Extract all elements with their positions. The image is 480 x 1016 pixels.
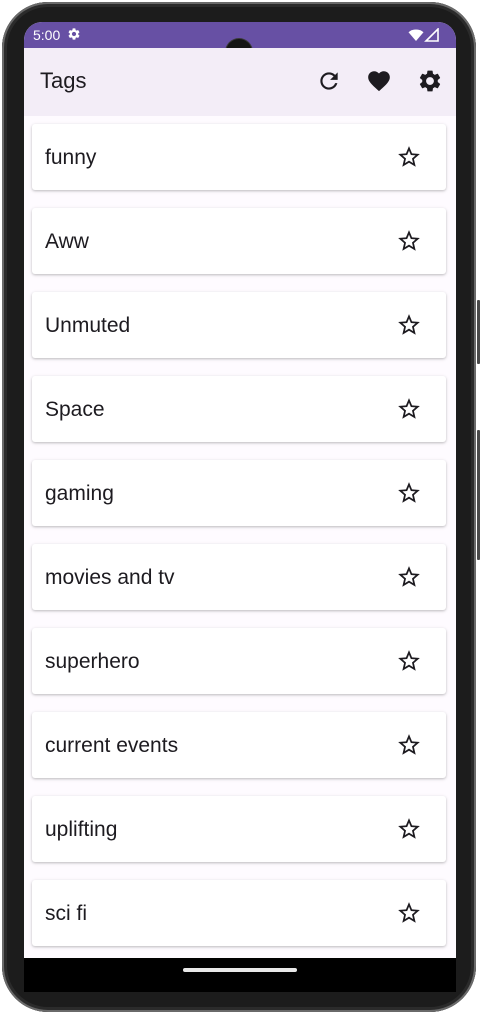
gear-icon — [68, 28, 80, 40]
device-frame: 5:00 Tags funny Aww Unmuted Space gaming… — [0, 0, 480, 1016]
tag-label: funny — [45, 146, 97, 169]
star-outline-icon[interactable] — [396, 900, 422, 926]
top-app-bar: Tags — [24, 48, 456, 116]
star-outline-icon[interactable] — [396, 396, 422, 422]
navigation-bar — [24, 958, 456, 992]
refresh-icon[interactable] — [316, 68, 342, 94]
tag-label: sci fi — [45, 902, 87, 925]
tag-card[interactable]: superhero — [32, 628, 446, 694]
tag-card[interactable]: gaming — [32, 460, 446, 526]
star-outline-icon[interactable] — [396, 648, 422, 674]
gear-icon[interactable] — [417, 68, 443, 94]
star-outline-icon[interactable] — [396, 732, 422, 758]
tag-label: superhero — [45, 650, 140, 673]
tag-card[interactable]: Aww — [32, 208, 446, 274]
tag-card[interactable]: funny — [32, 124, 446, 190]
home-indicator[interactable] — [183, 968, 297, 972]
status-time: 5:00 — [33, 27, 61, 43]
cell-signal-icon — [424, 28, 439, 42]
star-outline-icon[interactable] — [396, 564, 422, 590]
tag-label: movies and tv — [45, 566, 175, 589]
wifi-icon — [408, 29, 424, 41]
tag-card[interactable]: uplifting — [32, 796, 446, 862]
star-outline-icon[interactable] — [396, 312, 422, 338]
star-outline-icon[interactable] — [396, 480, 422, 506]
page-title: Tags — [40, 68, 87, 93]
star-outline-icon[interactable] — [396, 816, 422, 842]
tag-label: Space — [45, 398, 105, 421]
tag-label: uplifting — [45, 818, 118, 841]
tag-card[interactable]: movies and tv — [32, 544, 446, 610]
tag-label: current events — [45, 734, 179, 757]
tag-label: Unmuted — [45, 314, 131, 337]
heart-icon[interactable] — [366, 68, 392, 94]
status-icons — [408, 28, 439, 42]
tag-card[interactable]: current events — [32, 712, 446, 778]
tag-card[interactable]: Space — [32, 376, 446, 442]
star-outline-icon[interactable] — [396, 228, 422, 254]
star-outline-icon[interactable] — [396, 144, 422, 170]
tag-label: gaming — [45, 482, 114, 505]
tag-card[interactable]: sci fi — [32, 880, 446, 946]
screen: 5:00 Tags funny Aww Unmuted Space gaming… — [24, 22, 456, 958]
tag-label: Aww — [45, 230, 89, 253]
tag-card[interactable]: Unmuted — [32, 292, 446, 358]
